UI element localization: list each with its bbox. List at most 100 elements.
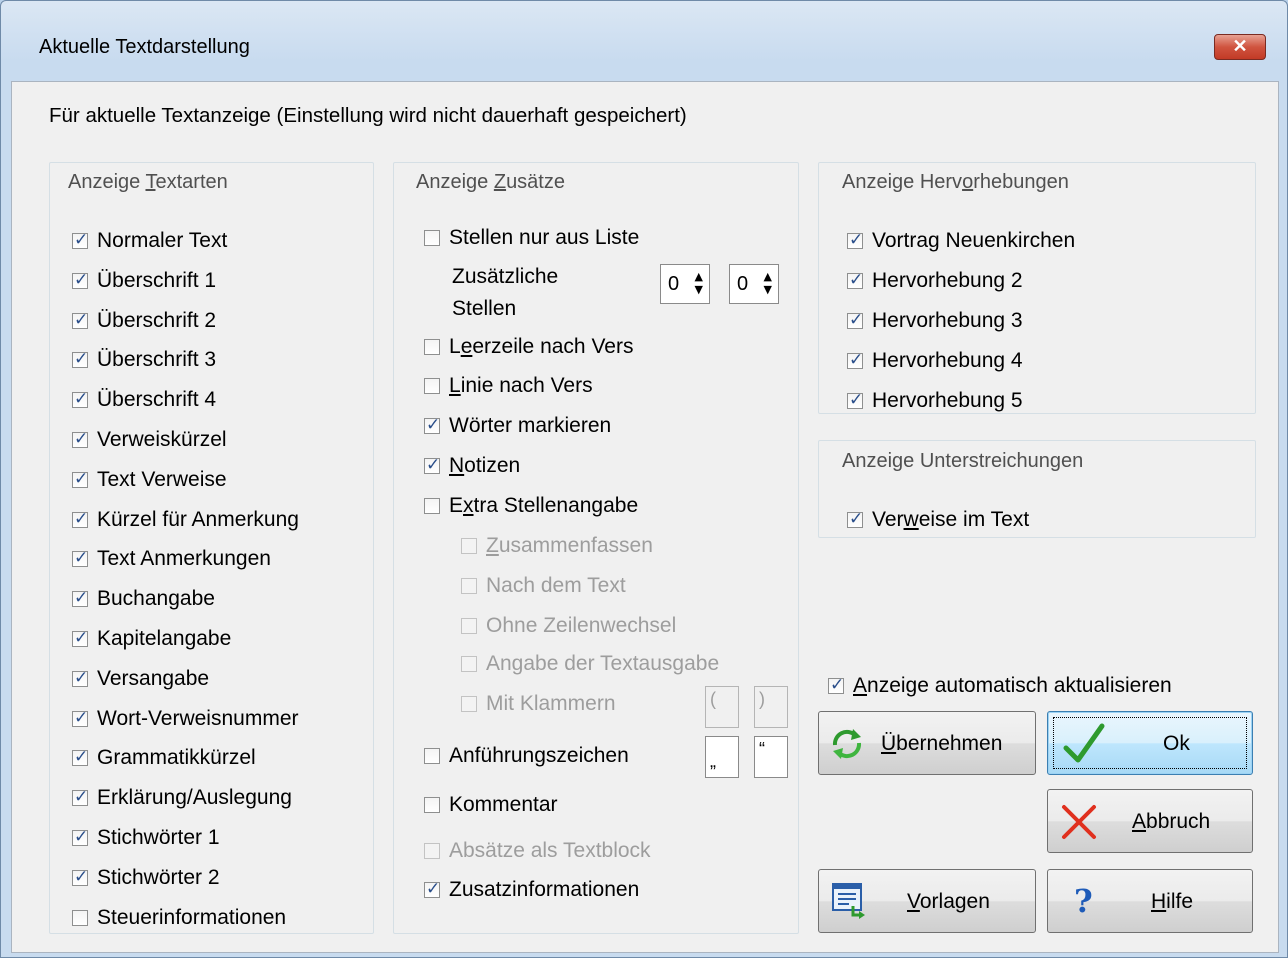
textart-checkbox[interactable]: Überschrift 1 xyxy=(72,269,216,293)
checkbox-verweise-im-text[interactable]: Verweise im Text xyxy=(847,508,1029,532)
checkbox-box[interactable] xyxy=(424,879,440,899)
textart-checkbox[interactable]: Überschrift 2 xyxy=(72,309,216,333)
checkbox-box[interactable] xyxy=(461,618,477,634)
checkbox-box[interactable] xyxy=(72,588,88,608)
checkbox-notizen[interactable]: Notizen xyxy=(424,454,520,478)
checkbox-box[interactable] xyxy=(72,867,88,887)
textart-label: Normaler Text xyxy=(97,229,228,252)
checkbox-box[interactable] xyxy=(847,310,863,330)
checkbox-box[interactable] xyxy=(424,455,440,475)
checkbox-box[interactable] xyxy=(424,230,440,246)
checkbox-box[interactable] xyxy=(461,656,477,672)
checkmark-icon xyxy=(1063,723,1105,763)
checkbox-nach-dem-text[interactable]: Nach dem Text xyxy=(461,574,626,598)
spinner-zusaetzliche-stellen-1[interactable]: 0 ▲ ▼ xyxy=(660,264,710,304)
textart-checkbox[interactable]: Text Anmerkungen xyxy=(72,547,271,571)
checkbox-box[interactable] xyxy=(847,270,863,290)
vorlagen-button[interactable]: Vorlagen xyxy=(818,869,1036,933)
close-button[interactable]: ✕ xyxy=(1214,34,1266,60)
checkbox-box[interactable] xyxy=(72,429,88,449)
textart-checkbox[interactable]: Kürzel für Anmerkung xyxy=(72,508,299,532)
checkbox-box[interactable] xyxy=(847,509,863,529)
checkbox-box[interactable] xyxy=(72,747,88,767)
hervorhebung-checkbox[interactable]: Vortrag Neuenkirchen xyxy=(847,229,1075,253)
abbruch-button[interactable]: Abbruch xyxy=(1047,789,1253,853)
textart-checkbox[interactable]: Wort-Verweisnummer xyxy=(72,707,299,731)
textart-checkbox[interactable]: Normaler Text xyxy=(72,229,227,253)
textart-checkbox[interactable]: Überschrift 3 xyxy=(72,348,216,372)
checkbox-box[interactable] xyxy=(424,339,440,355)
checkbox-box[interactable] xyxy=(72,509,88,529)
checkbox-box[interactable] xyxy=(72,708,88,728)
checkbox-box[interactable] xyxy=(424,415,440,435)
checkbox-anzeige-automatisch[interactable]: Anzeige automatisch aktualisieren xyxy=(828,674,1172,698)
checkbox-absaetze-textblock[interactable]: Absätze als Textblock xyxy=(424,839,651,863)
checkbox-extra-stellenangabe[interactable]: Ex tra Stellenangabe xyxy=(424,494,638,518)
checkbox-linie[interactable]: Linie nach Vers xyxy=(424,374,593,398)
spinner-zusaetzliche-stellen-2[interactable]: 0 ▲ ▼ xyxy=(729,264,779,304)
checkbox-box[interactable] xyxy=(72,548,88,568)
checkbox-leerzeile[interactable]: Le erzeile nach Vers xyxy=(424,335,633,359)
checkbox-woerter-markieren[interactable]: Wörter markieren xyxy=(424,414,611,438)
checkbox-zusammenfassen[interactable]: Zusammenfassen xyxy=(461,534,653,558)
klammer-open-field[interactable]: ( xyxy=(705,686,739,728)
checkbox-box[interactable] xyxy=(72,787,88,807)
hervorhebung-checkbox[interactable]: Hervorhebung 5 xyxy=(847,389,1023,413)
checkbox-box[interactable] xyxy=(461,538,477,554)
ok-button[interactable]: Ok xyxy=(1047,711,1253,775)
textart-checkbox[interactable]: Grammatikkürzel xyxy=(72,746,256,770)
hervorhebung-checkbox[interactable]: Hervorhebung 2 xyxy=(847,269,1023,293)
checkbox-box[interactable] xyxy=(72,270,88,290)
klammer-close-field[interactable]: ) xyxy=(754,686,788,728)
textart-checkbox[interactable]: Stichwörter 1 xyxy=(72,826,220,850)
checkbox-box[interactable] xyxy=(72,310,88,330)
textart-checkbox[interactable]: Text Verweise xyxy=(72,468,227,492)
textart-checkbox[interactable]: Verweiskürzel xyxy=(72,428,227,452)
checkbox-box[interactable] xyxy=(72,349,88,369)
checkbox-box[interactable] xyxy=(847,390,863,410)
checkbox-box[interactable] xyxy=(72,469,88,489)
checkbox-box[interactable] xyxy=(424,797,440,813)
checkbox-box[interactable] xyxy=(424,498,440,514)
checkbox-zusatzinformationen[interactable]: Zusatzinformationen xyxy=(424,878,639,902)
checkbox-box[interactable] xyxy=(72,909,88,926)
checkbox-box[interactable] xyxy=(461,696,477,712)
checkbox-box[interactable] xyxy=(424,843,440,859)
checkbox-anfuehrungszeichen[interactable]: Anführungszeichen xyxy=(424,744,629,768)
checkbox-box[interactable] xyxy=(424,748,440,764)
textart-checkbox[interactable]: Steuerinformationen xyxy=(72,906,286,930)
checkbox-box[interactable] xyxy=(72,628,88,648)
checkbox-kommentar[interactable]: Kommentar xyxy=(424,793,558,817)
textart-label: Text Verweise xyxy=(97,467,227,491)
quote-close-field[interactable]: “ xyxy=(754,736,788,778)
spin-arrows-icon[interactable]: ▲ ▼ xyxy=(695,270,703,296)
checkbox-box[interactable] xyxy=(72,827,88,847)
quote-open-field[interactable]: „ xyxy=(705,736,739,778)
spin-arrows-icon[interactable]: ▲ ▼ xyxy=(764,270,772,296)
group-title-hervorhebungen: Anzeige Hervorhebungen xyxy=(840,171,1071,194)
checkbox-box[interactable] xyxy=(72,668,88,688)
textart-checkbox[interactable]: Kapitelangabe xyxy=(72,627,231,651)
checkbox-box[interactable] xyxy=(461,578,477,594)
checkbox-box[interactable] xyxy=(72,230,88,250)
textart-checkbox[interactable]: Erklärung/Auslegung xyxy=(72,786,292,810)
checkbox-stellen-nur-aus-liste[interactable]: Stellen nur aus Liste xyxy=(424,226,639,250)
checkbox-box[interactable] xyxy=(828,675,844,695)
checkbox-box[interactable] xyxy=(847,350,863,370)
checkbox-ohne-zeilenwechsel[interactable]: Ohne Zeilenwechsel xyxy=(461,614,676,638)
textart-checkbox[interactable]: Versangabe xyxy=(72,667,209,691)
hervorhebung-checkbox[interactable]: Hervorhebung 3 xyxy=(847,309,1023,333)
dialog-description: Für aktuelle Textanzeige (Einstellung wi… xyxy=(49,104,687,127)
hervorhebung-checkbox[interactable]: Hervorhebung 4 xyxy=(847,349,1023,373)
checkbox-mit-klammern[interactable]: Mit Klammern xyxy=(461,692,616,716)
textart-checkbox[interactable]: Buchangabe xyxy=(72,587,215,611)
checkbox-box[interactable] xyxy=(424,378,440,394)
title-bar[interactable]: Aktuelle Textdarstellung ✕ xyxy=(1,1,1287,60)
hilfe-button[interactable]: ? Hilfe xyxy=(1047,869,1253,933)
checkbox-box[interactable] xyxy=(72,389,88,409)
textart-checkbox[interactable]: Überschrift 4 xyxy=(72,388,216,412)
checkbox-box[interactable] xyxy=(847,230,863,250)
textart-checkbox[interactable]: Stichwörter 2 xyxy=(72,866,220,890)
checkbox-angabe-textausgabe[interactable]: Angabe der Textausgabe xyxy=(461,652,719,676)
uebernehmen-button[interactable]: Übernehmen xyxy=(818,711,1036,775)
